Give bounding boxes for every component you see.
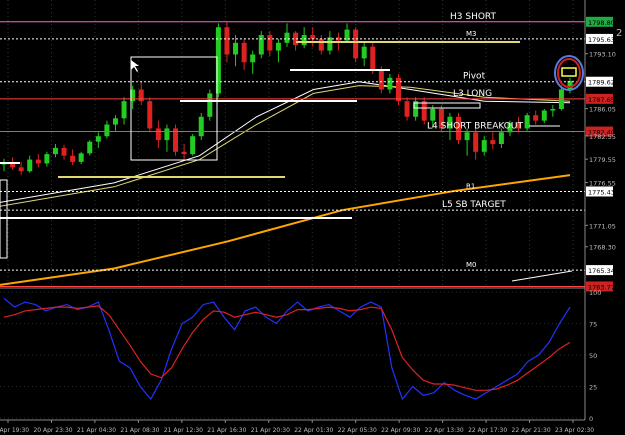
candle-body: [550, 108, 556, 111]
oscillator-tick-label: 0: [589, 415, 593, 423]
candle-body: [78, 153, 84, 162]
edge-note: 2: [616, 28, 622, 39]
time-tick-label: 21 Apr 20:30: [251, 427, 290, 434]
time-tick-label: 22 Apr 13:30: [425, 427, 464, 434]
candle-body: [138, 89, 144, 102]
time-tick-label: 21 Apr 12:30: [164, 427, 203, 434]
price-tag: 1775.43: [588, 188, 615, 196]
price-tag: 1787.65: [588, 96, 615, 104]
price-tick-label: 1779.55: [589, 156, 616, 164]
candle-body: [87, 141, 93, 154]
candle-body: [301, 35, 307, 46]
candle-body: [35, 159, 41, 164]
candle-body: [481, 140, 487, 152]
level-label: M0: [466, 261, 477, 269]
oscillator-tick-label: 25: [589, 384, 597, 392]
candle-body: [310, 35, 316, 39]
price-tag: 1765.34: [588, 267, 615, 275]
level-label: R1: [466, 182, 475, 190]
level-label: Pivot: [463, 72, 486, 82]
candle-body: [353, 29, 359, 59]
price-tick-label: 1786.05: [589, 106, 616, 114]
candle-body: [70, 155, 76, 162]
price-tick-label: 1771.05: [589, 222, 616, 230]
trading-chart: H3 SHORT M3 Pivot L3 LONG L4 SHORT BREAKOUT R…: [0, 0, 625, 435]
candle-body: [524, 115, 530, 129]
candle-body: [378, 70, 384, 90]
candle-body: [10, 163, 16, 168]
time-tick-label: 21 Apr 16:30: [207, 427, 246, 434]
price-tick-label: 1768.30: [589, 244, 616, 252]
level-label: L4 SHORT BREAKOUT: [427, 122, 523, 132]
price-tick-label: 1793.10: [589, 51, 616, 59]
candle-body: [318, 38, 324, 51]
candle-body: [387, 77, 393, 90]
candle-body: [233, 42, 239, 55]
time-tick-label: 20 Apr 23:30: [33, 427, 72, 434]
candle-body: [430, 108, 436, 121]
candle-body: [258, 35, 264, 55]
candle-body: [18, 167, 24, 172]
candle-body: [464, 132, 470, 141]
price-tick-label: 1776.55: [589, 180, 616, 188]
level-label: M3: [466, 30, 477, 38]
candle-body: [164, 128, 170, 141]
candle-body: [181, 151, 187, 155]
price-tag: 1798.80: [588, 19, 615, 27]
oscillator-tick-label: 100: [589, 289, 601, 297]
time-tick-label: 21 Apr 08:30: [120, 427, 159, 434]
candle-body: [541, 110, 547, 121]
candle-body: [198, 116, 204, 137]
candle-body: [147, 101, 153, 129]
time-tick-label: 22 Apr 05:30: [338, 427, 377, 434]
candle-body: [224, 27, 230, 55]
candle-body: [370, 46, 376, 71]
candle-body: [121, 101, 127, 119]
candle-body: [498, 132, 504, 144]
oscillator-tick-label: 50: [589, 352, 597, 360]
level-label: L5 SB TARGET: [442, 200, 506, 210]
time-tick-label: 20 Apr 19:30: [0, 427, 29, 434]
candle-body: [473, 132, 479, 152]
time-tick-label: 23 Apr 02:30: [555, 427, 594, 434]
level-label: H3 SHORT: [450, 12, 497, 22]
oscillator-tick-label: 75: [589, 321, 597, 329]
candle-body: [567, 80, 573, 90]
candle-body: [207, 93, 213, 117]
candle-body: [112, 118, 118, 125]
candle-body: [190, 136, 196, 155]
candle-body: [155, 128, 161, 141]
candle-body: [284, 32, 290, 43]
candle-body: [267, 35, 273, 51]
candle-body: [421, 101, 427, 121]
candle-body: [533, 115, 539, 121]
time-tick-label: 21 Apr 04:30: [77, 427, 116, 434]
time-tick-label: 22 Apr 17:30: [468, 427, 507, 434]
price-tag: 1795.63: [588, 36, 615, 44]
price-tag: 1789.62: [588, 79, 615, 87]
candle-body: [490, 140, 496, 144]
time-tick-label: 22 Apr 09:30: [381, 427, 420, 434]
candle-body: [250, 54, 256, 63]
candle-body: [241, 42, 247, 63]
price-tick-label: 1782.55: [589, 133, 616, 141]
time-tick-label: 22 Apr 21:30: [512, 427, 551, 434]
candle-body: [27, 159, 33, 172]
candle-body: [275, 42, 281, 51]
candle-body: [61, 147, 67, 156]
candle-body: [104, 124, 110, 137]
candle-body: [44, 154, 50, 164]
candle-body: [404, 101, 410, 117]
candle-body: [95, 136, 101, 142]
time-tick-label: 22 Apr 01:30: [294, 427, 333, 434]
candle-body: [52, 147, 58, 155]
level-label: L3 LONG: [453, 89, 492, 99]
candle-body: [361, 46, 367, 59]
